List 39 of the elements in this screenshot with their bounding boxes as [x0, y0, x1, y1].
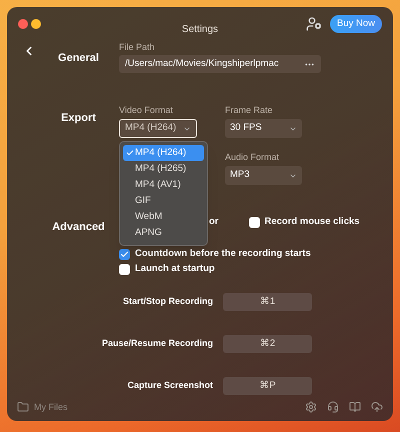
select-field[interactable]: 30 FPS: [225, 119, 302, 138]
settings-icon[interactable]: [305, 401, 317, 414]
field-label: Video Format: [119, 104, 174, 116]
dropdown-option[interactable]: APNG: [123, 225, 204, 241]
folder-icon[interactable]: [17, 401, 29, 414]
dropdown-option[interactable]: GIF: [123, 193, 204, 209]
option-label: Launch at startup: [135, 262, 215, 276]
section-heading: Advanced: [52, 221, 105, 233]
shortcut-label: Pause/Resume Recording: [100, 337, 213, 350]
book-icon[interactable]: [349, 401, 361, 414]
checkbox[interactable]: [119, 249, 130, 260]
dropdown-option[interactable]: MP4 (AV1): [123, 177, 204, 193]
window-title: Settings: [180, 24, 220, 36]
close-window-button[interactable]: [18, 19, 28, 29]
field-label: Audio Format: [225, 151, 280, 163]
select-field[interactable]: MP4 (H264): [119, 119, 197, 138]
checkbox[interactable]: [119, 264, 130, 275]
shortcut-field[interactable]: ⌘1: [223, 293, 312, 311]
field-label: Frame Rate: [225, 104, 274, 116]
shortcut-label: Capture Screenshot: [126, 379, 213, 392]
shortcut-field[interactable]: ⌘P: [223, 377, 312, 395]
option-label: Record mouse clicks: [264, 215, 360, 230]
file-path-field[interactable]: /Users/mac/Movies/Kingshiperlpmac: [119, 55, 321, 73]
shortcut-label: Start/Stop Recording: [122, 295, 213, 308]
field-label: File Path: [119, 41, 156, 53]
section-heading: General: [58, 52, 99, 64]
option-label: or: [209, 215, 218, 230]
section-heading: Export: [61, 112, 96, 124]
user-settings-icon[interactable]: [306, 16, 322, 32]
cloud-upload-icon[interactable]: [371, 401, 383, 414]
checkbox[interactable]: [248, 217, 260, 228]
select-field[interactable]: MP3: [225, 166, 302, 185]
shortcut-field[interactable]: ⌘2: [223, 335, 312, 353]
option-label: Countdown before the recording starts: [135, 247, 311, 262]
headset-icon[interactable]: [327, 401, 339, 414]
dropdown-option[interactable]: WebM: [123, 209, 204, 225]
dropdown-option[interactable]: MP4 (H265): [123, 161, 204, 177]
minimize-window-button[interactable]: [31, 19, 41, 29]
check-icon: [126, 149, 134, 157]
